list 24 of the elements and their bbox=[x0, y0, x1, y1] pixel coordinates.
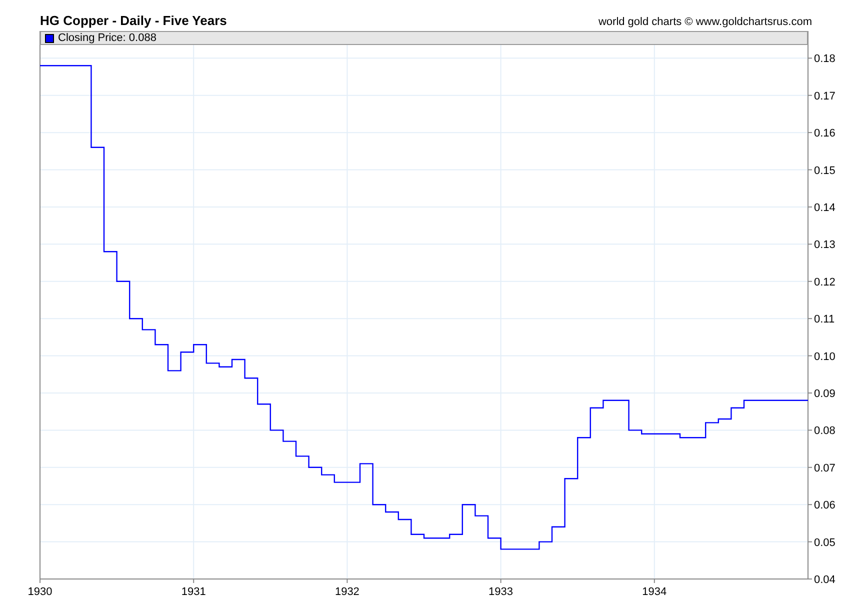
y-tick-label: 0.18 bbox=[814, 53, 836, 66]
y-tick-label: 0.08 bbox=[814, 425, 836, 438]
y-tick-label: 0.11 bbox=[814, 314, 835, 326]
x-tick-label: 1934 bbox=[642, 586, 667, 598]
y-tick-label: 0.09 bbox=[814, 388, 836, 400]
y-tick-label: 0.17 bbox=[814, 90, 836, 102]
y-tick-label: 0.07 bbox=[814, 462, 836, 474]
y-tick-label: 0.16 bbox=[814, 128, 836, 140]
y-tick-label: 0.12 bbox=[814, 276, 836, 288]
y-tick-label: 0.10 bbox=[814, 350, 836, 363]
legend-label: Closing Price: 0.088 bbox=[58, 32, 156, 44]
x-tick-label: 1930 bbox=[28, 586, 52, 598]
legend-swatch bbox=[45, 34, 54, 42]
x-tick-label: 1932 bbox=[334, 586, 360, 598]
y-tick-label: 0.06 bbox=[814, 500, 836, 512]
y-tick-label: 0.04 bbox=[814, 574, 836, 586]
x-tick-label: 1933 bbox=[488, 586, 514, 598]
y-tick-label: 0.15 bbox=[814, 164, 836, 177]
x-tick-label: 1931 bbox=[181, 586, 206, 598]
y-tick-label: 0.05 bbox=[814, 536, 836, 549]
y-tick-label: 0.14 bbox=[814, 202, 836, 214]
chart-title: HG Copper - Daily - Five Years bbox=[40, 13, 227, 28]
credit-text: world gold charts © www.goldchartsrus.com bbox=[598, 16, 812, 28]
y-tick-label: 0.13 bbox=[814, 239, 836, 252]
